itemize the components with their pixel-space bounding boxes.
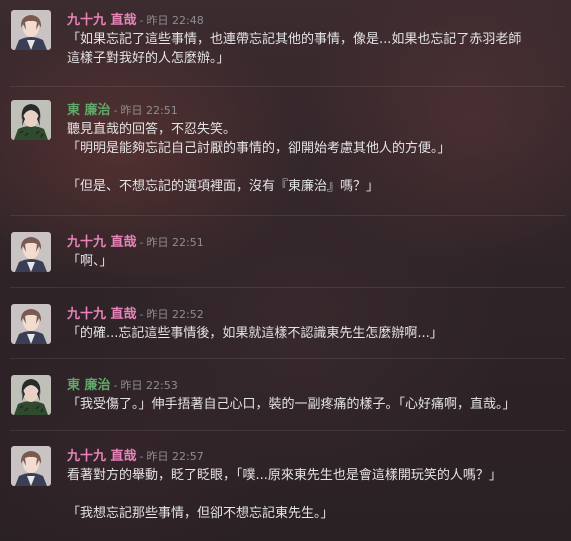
header-separator: -: [139, 236, 144, 249]
naoya-avatar-icon: [11, 232, 51, 272]
avatar[interactable]: [11, 375, 51, 415]
header-separator: -: [113, 379, 118, 392]
message-header: 九十九 直哉 - 昨日 22:52: [67, 304, 204, 322]
avatar[interactable]: [11, 446, 51, 486]
timestamp[interactable]: 昨日 22:53: [121, 379, 178, 392]
header-separator: -: [139, 308, 144, 321]
avatar[interactable]: [11, 304, 51, 344]
avatar[interactable]: [11, 10, 51, 50]
timestamp[interactable]: 昨日 22:51: [147, 236, 204, 249]
timestamp[interactable]: 昨日 22:48: [147, 14, 204, 27]
message-content: 「我受傷了。」伸手捂著自己心口，裝的一副疼痛的樣子。「心好痛啊，直哉。」: [67, 395, 563, 414]
author-name[interactable]: 九十九 直哉: [67, 449, 137, 464]
message-line: 聽見直哉的回答，不忍失笑。: [67, 122, 237, 137]
message-line: 這樣子對我好的人怎麼辦。」: [67, 51, 230, 66]
message-content: 聽見直哉的回答，不忍失笑。 「明明是能夠忘記自己討厭的事情的，卻開始考慮其他人的…: [67, 120, 563, 196]
avatar[interactable]: [11, 232, 51, 272]
message-content: 看著對方的舉動，眨了眨眼，「噗...原來東先生也是會這樣開玩笑的人嗎？」 「我想…: [67, 466, 563, 523]
author-name[interactable]: 九十九 直哉: [67, 13, 137, 28]
message-line: [67, 158, 563, 177]
message-line: 看著對方的舉動，眨了眨眼，「噗...原來東先生也是會這樣開玩笑的人嗎？」: [67, 468, 502, 483]
author-name[interactable]: 東 廉治: [67, 378, 111, 393]
message-line: 「但是、不想忘記的選項裡面，沒有『東廉治』嗎？」: [67, 179, 380, 194]
naoya-avatar-icon: [11, 10, 51, 50]
timestamp[interactable]: 昨日 22:52: [147, 308, 204, 321]
message-divider: [10, 215, 565, 216]
header-separator: -: [113, 104, 118, 117]
timestamp[interactable]: 昨日 22:57: [147, 450, 204, 463]
message-line: 「我受傷了。」伸手捂著自己心口，裝的一副疼痛的樣子。「心好痛啊，直哉。」: [67, 397, 516, 412]
message-line: 「的確...忘記這些事情後，如果就這樣不認識東先生怎麼辦啊...」: [67, 326, 443, 341]
message-header: 東 廉治 - 昨日 22:51: [67, 100, 178, 118]
message-content: 「如果忘記了這些事情，也連帶忘記其他的事情，像是...如果也忘記了赤羽老師 這樣…: [67, 30, 563, 68]
message-header: 東 廉治 - 昨日 22:53: [67, 375, 178, 393]
renji-avatar-icon: [11, 100, 51, 140]
message-line: 「我想忘記那些事情，但卻不想忘記東先生。」: [67, 506, 334, 521]
avatar[interactable]: [11, 100, 51, 140]
message-divider: [10, 86, 565, 87]
message-divider: [10, 358, 565, 359]
message-line: [67, 485, 563, 504]
message-divider: [10, 430, 565, 431]
author-name[interactable]: 九十九 直哉: [67, 307, 137, 322]
message-header: 九十九 直哉 - 昨日 22:51: [67, 232, 204, 250]
message-header: 九十九 直哉 - 昨日 22:48: [67, 10, 204, 28]
message-line: 「明明是能夠忘記自己討厭的事情的，卻開始考慮其他人的方便。」: [67, 141, 451, 156]
message-line: 「啊、」: [67, 254, 113, 269]
message-divider: [10, 287, 565, 288]
naoya-avatar-icon: [11, 446, 51, 486]
message-line: 「如果忘記了這些事情，也連帶忘記其他的事情，像是...如果也忘記了赤羽老師: [67, 32, 522, 47]
author-name[interactable]: 東 廉治: [67, 103, 111, 118]
timestamp[interactable]: 昨日 22:51: [121, 104, 178, 117]
author-name[interactable]: 九十九 直哉: [67, 235, 137, 250]
message-header: 九十九 直哉 - 昨日 22:57: [67, 446, 204, 464]
message-content: 「啊、」: [67, 252, 563, 271]
header-separator: -: [139, 450, 144, 463]
header-separator: -: [139, 14, 144, 27]
message-content: 「的確...忘記這些事情後，如果就這樣不認識東先生怎麼辦啊...」: [67, 324, 563, 343]
naoya-avatar-icon: [11, 304, 51, 344]
chat-log: 九十九 直哉 - 昨日 22:48 「如果忘記了這些事情，也連帶忘記其他的事情，像是…: [0, 0, 571, 541]
renji-avatar-icon: [11, 375, 51, 415]
